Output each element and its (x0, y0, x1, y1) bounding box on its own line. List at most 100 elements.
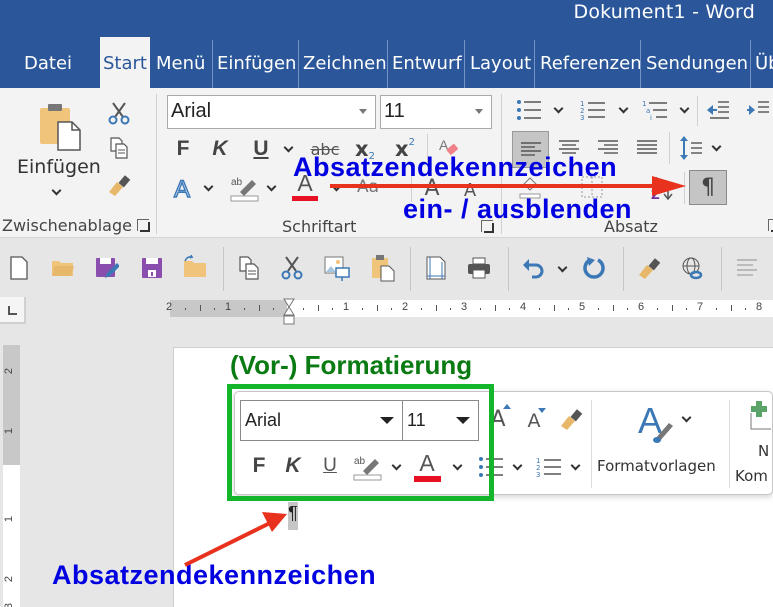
tab-layout[interactable]: Layout (464, 40, 531, 88)
ruler-tick-mark (420, 308, 422, 310)
format-painter-qat-button[interactable] (635, 255, 663, 281)
tab-start[interactable]: Start (100, 37, 150, 88)
sort-icon: AZ (651, 175, 673, 200)
mini-shrink-font-button[interactable]: A (522, 408, 546, 434)
new-comment-button[interactable] (747, 400, 773, 440)
styles-button[interactable]: A (637, 400, 677, 446)
ruler-tick-mark (479, 308, 481, 310)
tab-zeichnen[interactable]: Zeichnen (298, 40, 387, 88)
print-button[interactable] (465, 255, 493, 281)
save-button[interactable] (139, 255, 165, 281)
font-group-label: Schriftart (282, 217, 357, 236)
move-folder-button[interactable] (181, 253, 209, 281)
cut-qat-button[interactable] (279, 255, 305, 281)
tab-ueberpruefen[interactable]: Üb (750, 40, 773, 88)
ruler-tick-label: 1 (225, 301, 232, 313)
bold-button[interactable]: F (172, 136, 194, 162)
tab-sendungen[interactable]: Sendungen (640, 40, 748, 88)
highlight-button[interactable]: ab (229, 174, 261, 202)
underline-button[interactable]: U (250, 136, 272, 162)
svg-text:A: A (638, 401, 662, 441)
line-spacing-dropdown-icon[interactable] (711, 141, 722, 152)
tab-einfuegen[interactable]: Einfügen (212, 40, 296, 88)
ruler-tick-label: 1 (3, 515, 16, 523)
font-size-dropdown-icon[interactable] (475, 109, 483, 114)
tab-referenzen[interactable]: Referenzen (534, 40, 642, 88)
font-color-dropdown-icon[interactable] (331, 181, 342, 192)
underline-dropdown-icon[interactable] (283, 142, 294, 153)
paragraph-mark-annotation: Absatzendekennzeichen (52, 560, 377, 590)
ruler-tick-mark (391, 308, 393, 310)
hyperlink-icon (682, 257, 703, 280)
insert-picture-button[interactable] (323, 255, 351, 283)
tab-datei[interactable]: Datei (24, 40, 72, 88)
vertical-ruler[interactable]: 2 1 1 2 3 (3, 345, 20, 607)
mini-numbering-dropdown-icon[interactable] (570, 460, 581, 471)
clipboard-dialog-launcher[interactable] (137, 219, 150, 232)
copy-button[interactable] (107, 136, 131, 160)
undo-dropdown-icon[interactable] (557, 262, 568, 273)
ruler-tick-mark (199, 305, 201, 311)
paragraph-dialog-launcher[interactable] (768, 219, 773, 232)
paragraph-mark[interactable]: ¶ (288, 502, 298, 530)
indent-marker[interactable] (283, 298, 295, 326)
tab-menu[interactable]: Menü (153, 40, 205, 88)
copy-qat-button[interactable] (236, 255, 262, 281)
open-button[interactable] (49, 255, 77, 281)
undo-button[interactable] (520, 255, 548, 281)
tab-selector[interactable] (0, 297, 26, 324)
mini-format-painter-button[interactable] (557, 406, 585, 432)
numbering-button[interactable]: 123 (578, 98, 608, 122)
tab-entwurf[interactable]: Entwurf (387, 40, 462, 88)
separator (729, 400, 730, 488)
text-effects-dropdown-icon[interactable] (203, 181, 214, 192)
multilevel-list-dropdown-icon[interactable] (679, 103, 690, 114)
highlight-dropdown-icon[interactable] (266, 181, 277, 192)
save-icon (142, 258, 162, 278)
redo-button[interactable] (581, 255, 609, 281)
multilevel-list-button[interactable]: 1ai (640, 98, 670, 122)
format-painter-button[interactable] (106, 172, 132, 198)
cut-button[interactable] (106, 100, 132, 126)
new-comment-label-line2: Kom (735, 467, 768, 485)
font-size-combo[interactable]: 11 (380, 95, 492, 129)
svg-text:ab: ab (231, 177, 243, 188)
svg-text:i: i (650, 114, 652, 121)
ruler-tick-mark (715, 308, 717, 310)
bullets-button[interactable] (514, 98, 544, 122)
bullets-dropdown-icon[interactable] (553, 103, 564, 114)
separator (721, 247, 722, 291)
paste-qat-button[interactable] (369, 253, 397, 283)
mini-numbering-button[interactable]: 123 (535, 454, 563, 480)
word-window: Dokument1 - Word Datei Start Menü Einfüg… (0, 0, 773, 607)
text-effects-button[interactable]: A (171, 174, 197, 202)
align-qat-button[interactable] (734, 255, 760, 281)
ruler-tick-mark (243, 308, 245, 310)
horizontal-ruler[interactable]: 2112345678910 (166, 300, 773, 317)
copy-icon (110, 137, 128, 159)
increase-indent-icon (747, 101, 769, 115)
font-name-combo[interactable]: Arial (167, 95, 376, 129)
line-spacing-button[interactable] (678, 134, 704, 162)
save-as-button[interactable] (94, 255, 120, 281)
new-document-button[interactable] (6, 255, 32, 281)
font-name-dropdown-icon[interactable] (359, 109, 367, 114)
ruler-tick-label: 3 (3, 602, 16, 607)
italic-button[interactable]: K (209, 136, 231, 162)
mini-bullets-dropdown-icon[interactable] (512, 460, 523, 471)
show-paragraph-marks-button[interactable]: ¶ (689, 170, 727, 205)
justify-button[interactable] (634, 134, 660, 162)
hyperlink-button[interactable] (679, 255, 707, 283)
page-setup-button[interactable] (423, 255, 449, 281)
styles-dropdown-icon[interactable] (681, 412, 692, 423)
save-as-icon (96, 258, 119, 278)
open-folder-icon (52, 261, 74, 276)
paste-dropdown-icon[interactable] (51, 185, 62, 196)
decrease-indent-button[interactable] (705, 98, 731, 122)
sort-button[interactable]: AZ (650, 174, 674, 200)
increase-indent-button[interactable] (745, 98, 771, 122)
ruler-tick-label: 7 (697, 301, 704, 313)
numbering-dropdown-icon[interactable] (618, 103, 629, 114)
paste-button[interactable] (36, 98, 86, 156)
line-spacing-icon (680, 136, 702, 160)
